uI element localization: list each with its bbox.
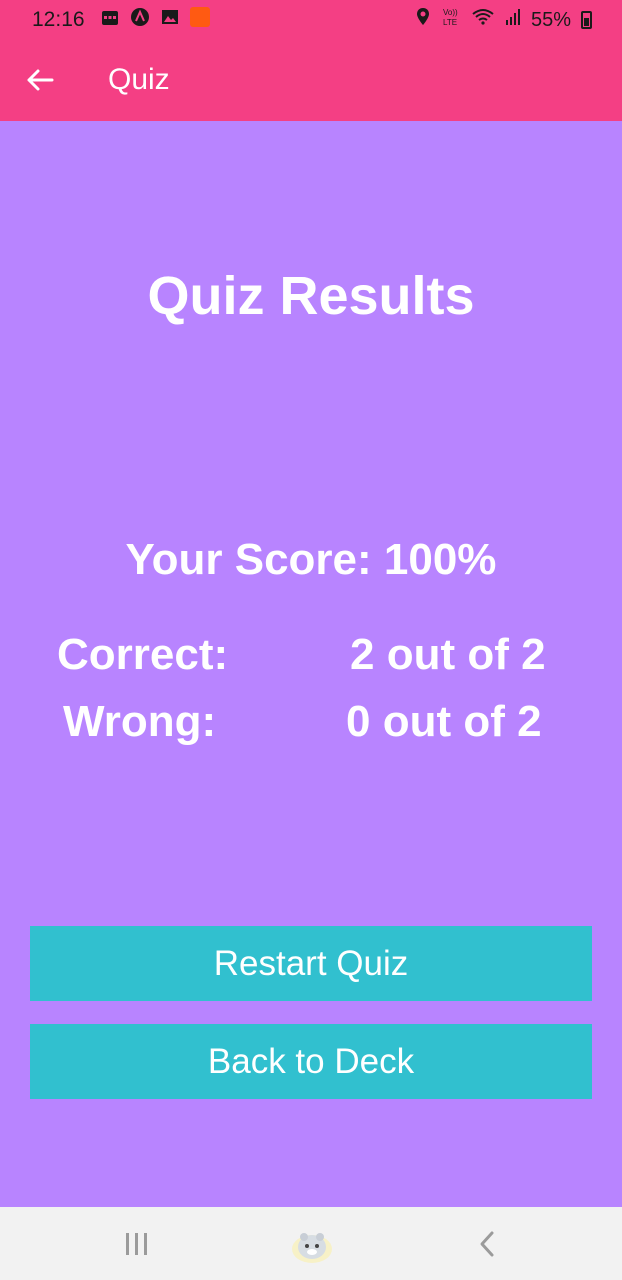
back-arrow-button[interactable] <box>22 62 58 98</box>
wrong-label: Wrong: <box>63 697 217 746</box>
status-time: 12:16 <box>32 8 85 31</box>
back-icon[interactable] <box>476 1229 498 1259</box>
wifi-icon <box>471 7 495 33</box>
wrong-value: 0 out of 2 <box>346 697 542 746</box>
svg-text:LTE: LTE <box>443 18 457 27</box>
recents-icon[interactable] <box>126 1233 147 1255</box>
appbar-title: Quiz <box>108 63 170 96</box>
orange-app-icon <box>190 7 210 27</box>
volte-icon: Vo)) LTE <box>441 6 461 34</box>
status-bar: 12:16 Vo)) LTE 55% <box>0 0 622 40</box>
score-text: Your Score: 100% <box>125 535 497 584</box>
app-bar: Quiz <box>0 40 622 121</box>
svg-text:Vo)): Vo)) <box>443 8 458 17</box>
back-to-deck-button[interactable]: Back to Deck <box>30 1024 592 1099</box>
app-a-icon <box>130 7 150 27</box>
home-icon[interactable] <box>290 1225 334 1265</box>
system-nav-bar <box>0 1207 622 1280</box>
status-system-icons: Vo)) LTE 55% <box>415 6 592 34</box>
battery-percent: 55% <box>530 8 571 31</box>
gallery-icon <box>160 7 180 27</box>
page-title: Quiz Results <box>147 266 475 326</box>
correct-value: 2 out of 2 <box>350 630 546 679</box>
status-notification-icons <box>100 7 210 27</box>
restart-quiz-button[interactable]: Restart Quiz <box>30 926 592 1001</box>
arrow-left-icon <box>27 69 54 91</box>
signal-icon <box>505 8 521 32</box>
battery-icon <box>581 11 592 29</box>
location-icon <box>415 7 431 33</box>
calendar-icon <box>100 7 120 27</box>
correct-label: Correct: <box>57 630 229 679</box>
